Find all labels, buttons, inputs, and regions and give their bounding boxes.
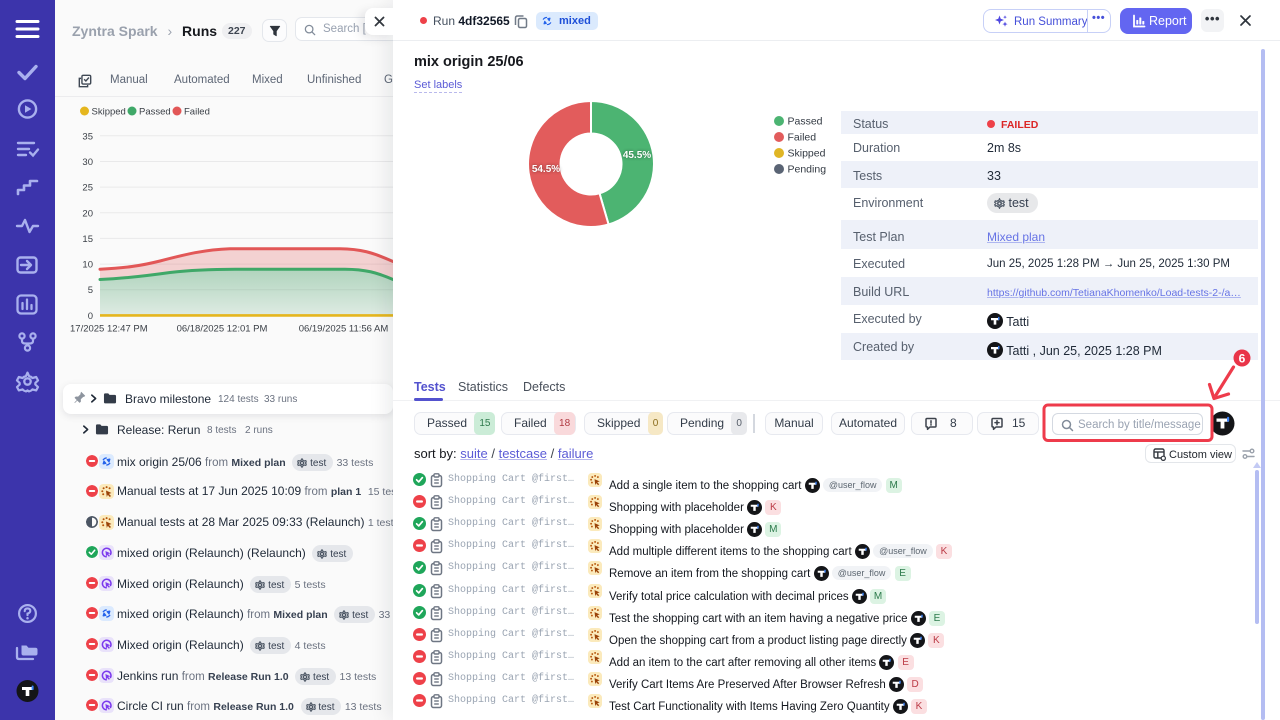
svg-text:Passed: Passed — [788, 116, 823, 128]
svg-text:Passed: Passed — [139, 107, 171, 118]
svg-text:45.5%: 45.5% — [623, 150, 651, 161]
svg-text:15: 15 — [82, 234, 93, 245]
svg-text:Skipped: Skipped — [92, 107, 126, 118]
svg-text:Failed: Failed — [788, 132, 817, 144]
svg-text:35: 35 — [82, 131, 93, 142]
svg-text:06/19/2025 11:56 AM: 06/19/2025 11:56 AM — [299, 324, 389, 335]
svg-text:0: 0 — [88, 311, 93, 322]
svg-text:10: 10 — [82, 260, 93, 271]
svg-text:Failed: Failed — [184, 107, 210, 118]
svg-text:20: 20 — [82, 208, 93, 219]
svg-text:5: 5 — [88, 285, 93, 296]
svg-text:54.5%: 54.5% — [532, 164, 560, 175]
svg-text:25: 25 — [82, 183, 93, 194]
svg-text:Skipped: Skipped — [788, 148, 826, 160]
svg-text:17/2025 12:47 PM: 17/2025 12:47 PM — [70, 324, 148, 335]
svg-text:30: 30 — [82, 157, 93, 168]
svg-text:Pending: Pending — [788, 164, 827, 176]
svg-text:06/18/2025 12:01 PM: 06/18/2025 12:01 PM — [177, 324, 268, 335]
